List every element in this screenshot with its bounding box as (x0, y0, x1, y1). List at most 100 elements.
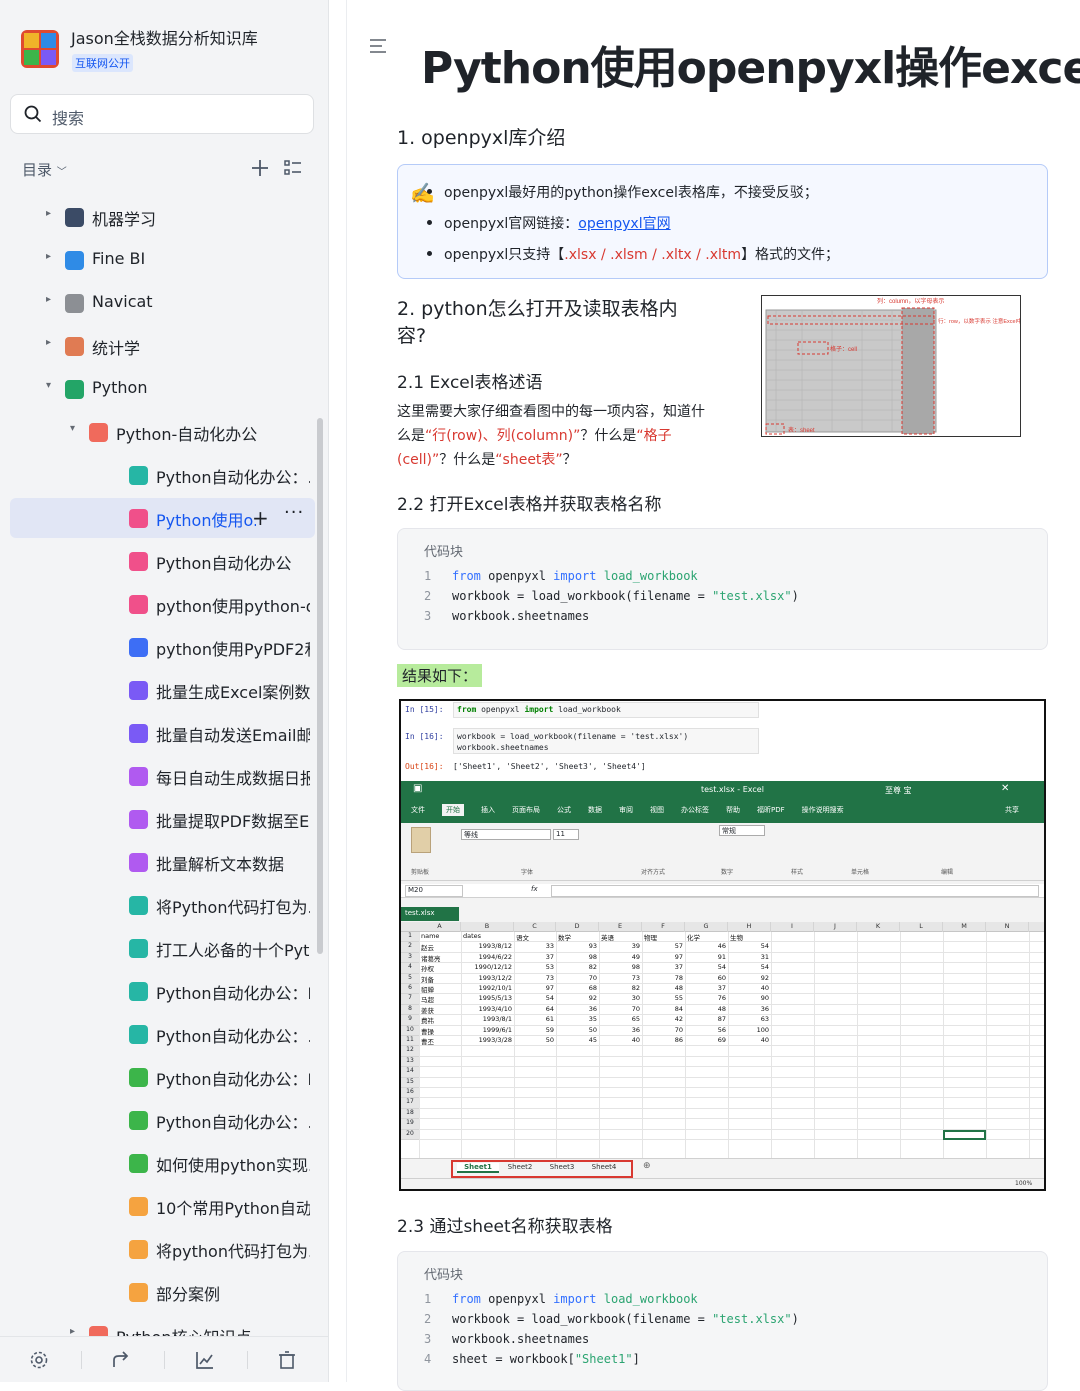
table-cell[interactable]: 36 (558, 1005, 597, 1013)
table-cell[interactable]: 语文 (516, 932, 554, 942)
table-cell[interactable]: 1999/6/1 (463, 1026, 512, 1034)
table-cell[interactable]: 69 (687, 1036, 726, 1044)
row-header[interactable]: 11 (401, 1036, 419, 1047)
excel-menu-tab[interactable]: 数据 (588, 806, 602, 814)
sheet-tab[interactable]: Sheet4 (583, 1163, 625, 1171)
sidebar-item[interactable]: python使用PyPDF2和... (10, 627, 315, 667)
save-icon[interactable]: ▣ (413, 783, 422, 794)
table-cell[interactable]: 1993/8/1 (463, 1015, 512, 1023)
table-cell[interactable]: 39 (601, 942, 640, 950)
table-cell[interactable]: name (421, 932, 459, 940)
name-box[interactable]: M20 (405, 885, 463, 897)
table-cell[interactable]: 曹丕 (421, 1036, 459, 1046)
table-cell[interactable]: 60 (687, 974, 726, 982)
table-cell[interactable]: 50 (558, 1026, 597, 1034)
sidebar-item[interactable]: ▸ 统计学 (10, 326, 315, 366)
row-header[interactable]: 13 (401, 1056, 419, 1068)
table-cell[interactable]: 刘备 (421, 974, 459, 984)
table-cell[interactable]: 37 (687, 984, 726, 992)
table-cell[interactable]: 37 (644, 963, 683, 971)
table-cell[interactable]: 曹操 (421, 1026, 459, 1036)
excel-menu-tab[interactable]: 审阅 (619, 806, 633, 814)
formula-input[interactable] (551, 885, 1039, 897)
sheet-tab[interactable]: Sheet3 (541, 1163, 583, 1171)
sidebar-item[interactable]: Python自动化办公：... (10, 455, 315, 495)
table-cell[interactable]: 1993/4/10 (463, 1005, 512, 1013)
row-header[interactable]: 19 (401, 1119, 419, 1130)
chevron-down-icon[interactable]: ▾ (46, 380, 51, 391)
excel-menu-tab[interactable]: 帮助 (726, 806, 740, 814)
table-cell[interactable]: 36 (601, 1026, 640, 1034)
sidebar-item[interactable]: python使用python-do... (10, 584, 315, 624)
settings-icon[interactable] (29, 1350, 49, 1370)
table-cell[interactable]: 93 (558, 942, 597, 950)
table-cell[interactable]: 45 (558, 1036, 597, 1044)
table-cell[interactable]: 42 (644, 1015, 683, 1023)
column-header[interactable]: L (900, 922, 943, 932)
table-cell[interactable]: 68 (558, 984, 597, 992)
share-icon[interactable] (111, 1350, 131, 1370)
sidebar-item[interactable]: 部分案例 (10, 1272, 315, 1312)
table-cell[interactable]: 73 (601, 974, 640, 982)
row-header[interactable]: 6 (401, 984, 419, 995)
table-cell[interactable]: dates (463, 932, 512, 940)
table-cell[interactable]: 孙权 (421, 963, 459, 973)
sidebar-item[interactable]: 每日自动生成数据日报 (10, 756, 315, 796)
table-cell[interactable]: 数学 (558, 932, 597, 942)
selected-cell[interactable] (943, 1129, 986, 1140)
column-header[interactable]: M (943, 922, 986, 932)
sidebar-item[interactable]: 将Python代码打包为.... (10, 885, 315, 925)
sidebar-item[interactable]: 打工人必备的十个Pyt... (10, 928, 315, 968)
table-cell[interactable]: 诸葛亮 (421, 953, 459, 963)
chevron-right-icon[interactable]: ▸ (46, 294, 51, 305)
sidebar-item[interactable]: ▾ Python (10, 369, 315, 409)
table-cell[interactable]: 87 (687, 1015, 726, 1023)
code-block-2[interactable]: 代码块 1 from openpyxl import load_workbook 2… (397, 1251, 1048, 1391)
table-cell[interactable]: 50 (516, 1036, 554, 1044)
table-cell[interactable]: 54 (687, 963, 726, 971)
close-icon[interactable]: ✕ (1001, 783, 1009, 794)
table-cell[interactable]: 59 (516, 1026, 554, 1034)
table-cell[interactable]: 92 (558, 994, 597, 1002)
column-header[interactable]: H (728, 922, 771, 932)
row-header[interactable]: 20 (401, 1129, 419, 1140)
column-header[interactable]: E (599, 922, 642, 932)
table-cell[interactable]: 46 (687, 942, 726, 950)
row-header[interactable]: 9 (401, 1015, 419, 1026)
table-cell[interactable]: 55 (644, 994, 683, 1002)
table-cell[interactable]: 70 (601, 1005, 640, 1013)
table-cell[interactable]: 40 (730, 1036, 769, 1044)
table-cell[interactable]: 65 (601, 1015, 640, 1023)
sidebar-item[interactable]: ▸ 机器学习 (10, 197, 315, 237)
excel-menu-tab[interactable]: 插入 (481, 806, 495, 814)
table-cell[interactable]: 貂蝉 (421, 984, 459, 994)
sidebar-scrollbar[interactable] (317, 418, 323, 954)
table-cell[interactable]: 费祎 (421, 1015, 459, 1025)
column-header[interactable]: J (814, 922, 857, 932)
table-cell[interactable]: 48 (687, 1005, 726, 1013)
sidebar-item[interactable]: Python自动化办公：... (10, 1100, 315, 1140)
excel-menu-tab[interactable]: 办公标签 (681, 806, 709, 814)
table-cell[interactable]: 1993/12/2 (463, 974, 512, 982)
toc-dropdown[interactable]: 目录 ﹀ (22, 159, 67, 180)
row-header[interactable]: 16 (401, 1088, 419, 1099)
sidebar-item[interactable]: 批量生成Excel案例数... (10, 670, 315, 710)
excel-menu-tab[interactable]: 公式 (557, 806, 571, 814)
more-icon[interactable]: ··· (284, 502, 304, 523)
table-cell[interactable]: 1992/10/1 (463, 984, 512, 992)
table-cell[interactable]: 57 (644, 942, 683, 950)
column-header[interactable]: F (642, 922, 685, 932)
sidebar-item[interactable]: Python自动化办公：P... (10, 1057, 315, 1097)
row-header[interactable]: 5 (401, 973, 419, 984)
table-cell[interactable]: 35 (558, 1015, 597, 1023)
excel-menu-tab[interactable]: 视图 (650, 806, 664, 814)
sidebar-item[interactable]: Python自动化办公 (10, 541, 315, 581)
kb-title[interactable]: Jason全栈数据分析知识库 (71, 25, 258, 49)
row-header[interactable]: 12 (401, 1046, 419, 1057)
column-header[interactable]: D (556, 922, 599, 932)
table-cell[interactable]: 生物 (730, 932, 769, 942)
sidebar-item[interactable]: Python自动化办公：... (10, 1014, 315, 1054)
spreadsheet-grid[interactable]: A B C D E F G H I J K L M N 1 2 3 4 5 6 7 8 9 10 11 12 13 14 15 16 17 1… (401, 922, 1044, 1158)
row-header[interactable]: 14 (401, 1067, 419, 1078)
stats-icon[interactable] (195, 1350, 215, 1370)
